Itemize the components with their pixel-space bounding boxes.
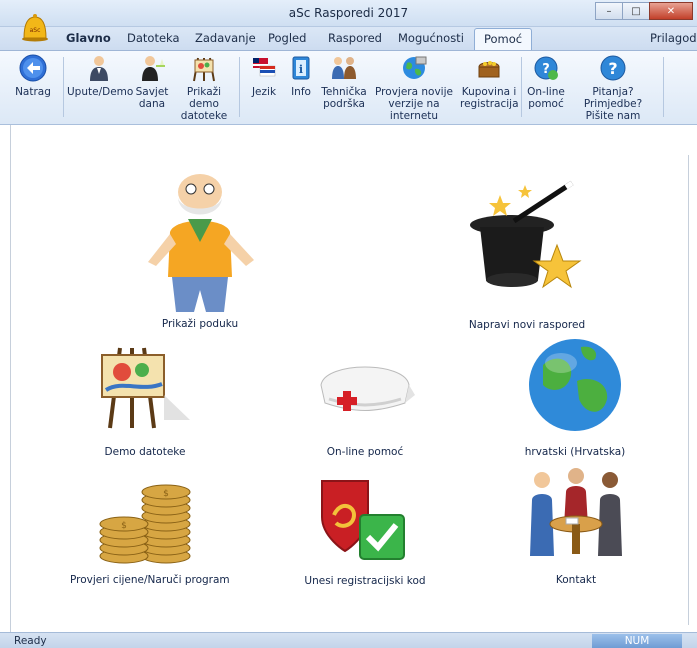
globe-icon [529, 339, 621, 431]
tip-label-1: Savjet [135, 86, 169, 98]
tab-pomoc[interactable]: Pomoć [474, 28, 533, 50]
questions-label-2: Pišite nam [585, 110, 641, 122]
flags-icon [253, 58, 276, 77]
close-button[interactable]: ✕ [649, 2, 693, 20]
num-lock-indicator: NUM [592, 634, 682, 648]
info-button[interactable]: i Info [285, 54, 317, 98]
buy-register-button[interactable]: Kupovina i registracija [460, 54, 519, 110]
tab-raspored[interactable]: Raspored [328, 31, 382, 45]
contact-label: Kontakt [555, 574, 597, 586]
questions-label-1: Pitanja? Primjedbe? [583, 86, 643, 110]
buy-label-1: Kupovina i [461, 86, 517, 98]
app-logo-text: aSc [30, 27, 41, 34]
person-icon [90, 56, 108, 81]
update-label-2: verzije na internetu [388, 98, 440, 122]
customize-link[interactable]: Prilagodi [650, 31, 697, 45]
enter-registration-code-item[interactable]: Unesi registracijski kod [300, 475, 430, 590]
info-book-icon: i [292, 56, 310, 80]
check-prices-label: Provjeri cijene/Naruči program [70, 574, 230, 586]
tab-datoteka[interactable]: Datoteka [127, 31, 180, 45]
demo-files-label-1: Prikaži demo [186, 86, 222, 110]
demo-files-item[interactable]: Demo datoteke [80, 340, 210, 460]
new-timetable-item[interactable]: Napravi novi raspored [452, 175, 602, 335]
tab-zadavanje[interactable]: Zadavanje [195, 31, 256, 45]
online-help-label: On-line pomoć [326, 446, 404, 458]
treasure-icon [478, 61, 500, 78]
contact-item[interactable]: Kontakt [520, 466, 632, 590]
coins-icon: $ $ [99, 484, 191, 564]
language-label: Jezik [251, 86, 277, 98]
tab-glavno[interactable]: Glavno [66, 31, 111, 45]
tip-label-2: dana [138, 98, 166, 110]
globe-update-icon [403, 56, 427, 79]
window-controls: – □ ✕ [595, 2, 693, 20]
guide-demo-button[interactable]: Upute/Demo [67, 54, 134, 98]
info-label: Info [291, 86, 311, 98]
help-globe-icon: ? [534, 56, 558, 80]
tip-of-day-button[interactable]: Savjet dana [133, 54, 171, 110]
language-croatian-label: hrvatski (Hrvatska) [524, 446, 626, 458]
online-help-label-2: pomoć [528, 98, 564, 110]
svg-text:?: ? [608, 59, 617, 78]
show-demo-files-button[interactable]: Prikaži demo datoteke [172, 54, 236, 122]
vertical-divider [688, 155, 689, 625]
language-croatian-item[interactable]: hrvatski (Hrvatska) [520, 335, 630, 460]
status-text: Ready [14, 635, 47, 647]
online-help-button[interactable]: ? On-line pomoć [525, 54, 567, 110]
app-bell-logo-icon[interactable]: aSc [20, 12, 50, 42]
status-bar: Ready NUM [0, 632, 697, 648]
support-label-2: podrška [323, 98, 365, 110]
ribbon-separator [521, 57, 522, 117]
show-tutorial-item[interactable]: Prikaži poduku [120, 172, 280, 332]
enter-registration-code-label: Unesi registracijski kod [304, 575, 426, 587]
minimize-button[interactable]: – [595, 2, 623, 20]
buy-label-2: registracija [460, 98, 519, 110]
title-bar: aSc Rasporedi 2017 – □ ✕ [0, 0, 697, 27]
old-man-icon [148, 174, 254, 312]
tab-mogucnosti[interactable]: Mogućnosti [398, 31, 464, 45]
back-label: Natrag [15, 86, 51, 98]
question-icon: ? [600, 55, 626, 81]
language-button[interactable]: Jezik [244, 54, 284, 98]
svg-text:$: $ [121, 521, 127, 531]
ribbon-separator [239, 57, 240, 117]
support-label-1: Tehnička [321, 86, 367, 98]
tab-pogled[interactable]: Pogled [268, 31, 306, 45]
waiter-icon [142, 56, 165, 81]
nurse-cap-icon [320, 366, 415, 411]
shield-check-icon [321, 480, 405, 560]
ribbon-separator [63, 57, 64, 117]
back-button[interactable]: Natrag [5, 54, 61, 98]
menu-bar: Glavno Datoteka Zadavanje Pogled Raspore… [0, 27, 697, 51]
back-arrow-icon [19, 54, 47, 82]
new-timetable-label: Napravi novi raspored [468, 319, 586, 331]
maximize-button[interactable]: □ [622, 2, 650, 20]
svg-text:i: i [299, 63, 303, 76]
ribbon-toolbar: Natrag Upute/Demo Savjet dana Prikaži de… [0, 51, 697, 125]
online-help-label-1: On-line [527, 86, 565, 98]
questions-button[interactable]: ? Pitanja? Primjedbe? Pišite nam [566, 54, 660, 122]
tech-support-button[interactable]: Tehnička podrška [318, 54, 370, 110]
demo-files-label: Demo datoteke [104, 446, 186, 458]
window-title: aSc Rasporedi 2017 [288, 6, 409, 20]
check-prices-item[interactable]: $ $ Provjeri cijene/Naruči program [70, 480, 230, 590]
ribbon-separator [663, 57, 664, 117]
show-tutorial-label: Prikaži poduku [161, 318, 239, 330]
check-update-button[interactable]: Provjera novije verzije na internetu [367, 54, 461, 122]
guide-demo-label: Upute/Demo [67, 86, 134, 98]
magic-hat-icon [470, 180, 582, 289]
demo-files-label-2: datoteke [180, 110, 228, 122]
svg-text:$: $ [163, 489, 169, 499]
easel-painting-icon [101, 347, 190, 429]
online-help-item[interactable]: On-line pomoć [305, 355, 425, 460]
meeting-people-icon [530, 468, 622, 556]
easel-icon [193, 57, 215, 82]
people-icon [332, 57, 356, 79]
update-label-1: Provjera novije [375, 86, 453, 98]
